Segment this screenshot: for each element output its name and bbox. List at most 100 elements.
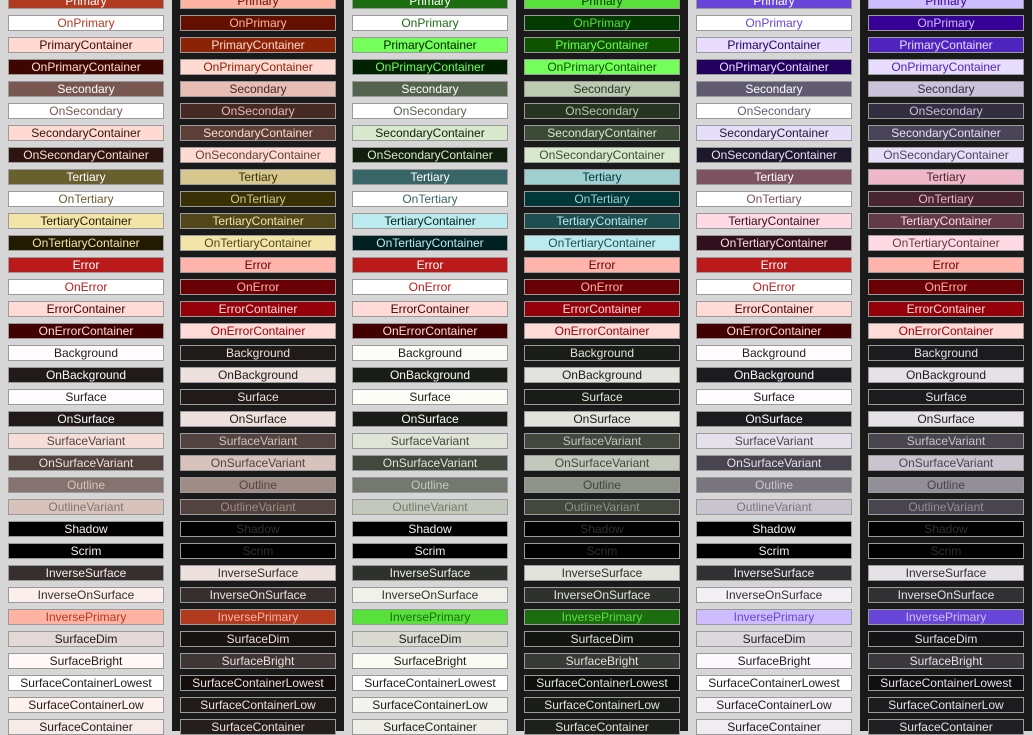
swatch-surface-container-lowest: SurfaceContainerLowest bbox=[868, 675, 1024, 691]
swatch-surface-container-low: SurfaceContainerLow bbox=[180, 697, 336, 713]
swatch-error-container: ErrorContainer bbox=[8, 301, 164, 317]
swatch-surface-bright: SurfaceBright bbox=[696, 653, 852, 669]
swatch-surface: Surface bbox=[696, 389, 852, 405]
swatch-surface: Surface bbox=[524, 389, 680, 405]
swatch-on-background: OnBackground bbox=[696, 367, 852, 383]
swatch-secondary: Secondary bbox=[868, 81, 1024, 97]
swatch-on-error: OnError bbox=[352, 279, 508, 295]
swatch-surface-dim: SurfaceDim bbox=[8, 631, 164, 647]
swatch-inverse-surface: InverseSurface bbox=[8, 565, 164, 581]
swatch-tertiary-container: TertiaryContainer bbox=[352, 213, 508, 229]
swatch-error: Error bbox=[180, 257, 336, 273]
swatch-on-error: OnError bbox=[696, 279, 852, 295]
swatch-error-container: ErrorContainer bbox=[868, 301, 1024, 317]
swatch-on-tertiary: OnTertiary bbox=[352, 191, 508, 207]
swatch-outline: Outline bbox=[352, 477, 508, 493]
swatch-on-primary-container: OnPrimaryContainer bbox=[696, 59, 852, 75]
scheme-column: Primary OnPrimary PrimaryContainer OnPrimar… bbox=[172, 0, 344, 735]
swatch-on-primary-container: OnPrimaryContainer bbox=[180, 59, 336, 75]
swatch-on-surface: OnSurface bbox=[180, 411, 336, 427]
swatch-tertiary-container: TertiaryContainer bbox=[180, 213, 336, 229]
swatch-tertiary-container: TertiaryContainer bbox=[524, 213, 680, 229]
swatch-tertiary-container: TertiaryContainer bbox=[8, 213, 164, 229]
swatch-on-surface: OnSurface bbox=[8, 411, 164, 427]
swatch-primary-container: PrimaryContainer bbox=[180, 37, 336, 53]
swatch-surface-dim: SurfaceDim bbox=[868, 631, 1024, 647]
swatch-surface-variant: SurfaceVariant bbox=[180, 433, 336, 449]
swatch-scrim: Scrim bbox=[180, 543, 336, 559]
swatch-on-background: OnBackground bbox=[868, 367, 1024, 383]
swatch-on-primary: OnPrimary bbox=[8, 15, 164, 31]
swatch-error-container: ErrorContainer bbox=[696, 301, 852, 317]
swatch-secondary-container: SecondaryContainer bbox=[8, 125, 164, 141]
swatch-tertiary-container: TertiaryContainer bbox=[868, 213, 1024, 229]
swatch-outline: Outline bbox=[8, 477, 164, 493]
swatch-surface-bright: SurfaceBright bbox=[180, 653, 336, 669]
swatch-inverse-on-surface: InverseOnSurface bbox=[180, 587, 336, 603]
swatch-secondary: Secondary bbox=[8, 81, 164, 97]
swatch-surface-container-lowest: SurfaceContainerLowest bbox=[524, 675, 680, 691]
swatch-on-error-container: OnErrorContainer bbox=[868, 323, 1024, 339]
swatch-background: Background bbox=[868, 345, 1024, 361]
swatch-inverse-primary: InversePrimary bbox=[868, 609, 1024, 625]
swatch-surface-container: SurfaceContainer bbox=[352, 719, 508, 735]
swatch-secondary: Secondary bbox=[696, 81, 852, 97]
swatch-error: Error bbox=[696, 257, 852, 273]
swatch-on-error-container: OnErrorContainer bbox=[696, 323, 852, 339]
scheme-column: Primary OnPrimary PrimaryContainer OnPrimar… bbox=[688, 0, 860, 735]
swatch-surface-bright: SurfaceBright bbox=[868, 653, 1024, 669]
swatch-secondary-container: SecondaryContainer bbox=[524, 125, 680, 141]
swatch-primary-container: PrimaryContainer bbox=[696, 37, 852, 53]
swatch-on-error-container: OnErrorContainer bbox=[180, 323, 336, 339]
swatch-surface-container-low: SurfaceContainerLow bbox=[868, 697, 1024, 713]
swatch-on-secondary-container: OnSecondaryContainer bbox=[352, 147, 508, 163]
swatch-background: Background bbox=[8, 345, 164, 361]
swatch-on-tertiary: OnTertiary bbox=[868, 191, 1024, 207]
swatch-on-surface-variant: OnSurfaceVariant bbox=[8, 455, 164, 471]
swatch-primary-container: PrimaryContainer bbox=[868, 37, 1024, 53]
swatch-on-surface: OnSurface bbox=[352, 411, 508, 427]
swatch-shadow: Shadow bbox=[8, 521, 164, 537]
swatch-scrim: Scrim bbox=[868, 543, 1024, 559]
swatch-primary-container: PrimaryContainer bbox=[352, 37, 508, 53]
swatch-surface-variant: SurfaceVariant bbox=[868, 433, 1024, 449]
swatch-surface-container-lowest: SurfaceContainerLowest bbox=[180, 675, 336, 691]
swatch-outline-variant: OutlineVariant bbox=[868, 499, 1024, 515]
swatch-inverse-surface: InverseSurface bbox=[868, 565, 1024, 581]
swatch-outline-variant: OutlineVariant bbox=[352, 499, 508, 515]
swatch-on-primary: OnPrimary bbox=[180, 15, 336, 31]
swatch-surface-container: SurfaceContainer bbox=[8, 719, 164, 735]
swatch-outline: Outline bbox=[180, 477, 336, 493]
swatch-on-tertiary: OnTertiary bbox=[524, 191, 680, 207]
swatch-on-tertiary-container: OnTertiaryContainer bbox=[524, 235, 680, 251]
swatch-on-background: OnBackground bbox=[524, 367, 680, 383]
swatch-on-secondary: OnSecondary bbox=[180, 103, 336, 119]
swatch-inverse-on-surface: InverseOnSurface bbox=[352, 587, 508, 603]
swatch-secondary-container: SecondaryContainer bbox=[696, 125, 852, 141]
swatch-tertiary: Tertiary bbox=[868, 169, 1024, 185]
swatch-on-primary-container: OnPrimaryContainer bbox=[8, 59, 164, 75]
swatch-on-secondary: OnSecondary bbox=[868, 103, 1024, 119]
swatch-on-secondary-container: OnSecondaryContainer bbox=[180, 147, 336, 163]
swatch-surface-container: SurfaceContainer bbox=[868, 719, 1024, 735]
swatch-shadow: Shadow bbox=[868, 521, 1024, 537]
swatch-background: Background bbox=[180, 345, 336, 361]
swatch-on-error: OnError bbox=[8, 279, 164, 295]
scheme-column: Primary OnPrimary PrimaryContainer OnPrimar… bbox=[344, 0, 516, 735]
swatch-background: Background bbox=[352, 345, 508, 361]
swatch-on-background: OnBackground bbox=[8, 367, 164, 383]
swatch-surface: Surface bbox=[8, 389, 164, 405]
swatch-inverse-on-surface: InverseOnSurface bbox=[868, 587, 1024, 603]
swatch-outline-variant: OutlineVariant bbox=[524, 499, 680, 515]
swatch-scrim: Scrim bbox=[696, 543, 852, 559]
swatch-on-secondary-container: OnSecondaryContainer bbox=[8, 147, 164, 163]
swatch-surface-variant: SurfaceVariant bbox=[352, 433, 508, 449]
swatch-inverse-surface: InverseSurface bbox=[524, 565, 680, 581]
swatch-surface-dim: SurfaceDim bbox=[524, 631, 680, 647]
swatch-inverse-primary: InversePrimary bbox=[696, 609, 852, 625]
swatch-on-tertiary-container: OnTertiaryContainer bbox=[352, 235, 508, 251]
swatch-on-error: OnError bbox=[524, 279, 680, 295]
swatch-scrim: Scrim bbox=[8, 543, 164, 559]
swatch-on-tertiary-container: OnTertiaryContainer bbox=[868, 235, 1024, 251]
swatch-on-surface-variant: OnSurfaceVariant bbox=[180, 455, 336, 471]
